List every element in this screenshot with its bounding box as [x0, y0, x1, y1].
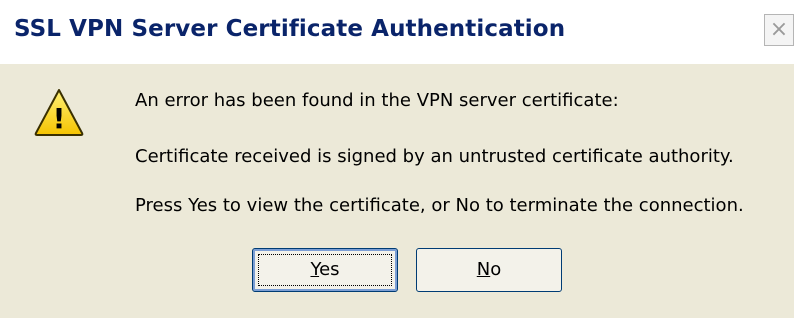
no-button-label: No — [417, 249, 561, 291]
no-label-rest: o — [490, 259, 502, 280]
window-title: SSL VPN Server Certificate Authenticatio… — [14, 16, 566, 42]
close-icon: × — [769, 17, 789, 42]
yes-mnemonic: Y — [310, 259, 320, 280]
message-line-1: An error has been found in the VPN serve… — [135, 90, 619, 111]
warning-exclamation: ! — [53, 102, 66, 135]
message-line-3: Press Yes to view the certificate, or No… — [135, 195, 744, 216]
warning-icon: ! — [34, 89, 84, 136]
title-bar[interactable]: SSL VPN Server Certificate Authenticatio… — [0, 0, 796, 64]
yes-button-label: Yes — [253, 249, 397, 291]
yes-label-rest: es — [319, 259, 340, 280]
no-mnemonic: N — [476, 259, 491, 280]
close-button[interactable]: × — [764, 14, 794, 46]
yes-button[interactable]: Yes — [252, 248, 398, 292]
no-button[interactable]: No — [416, 248, 562, 292]
dialog-window: SSL VPN Server Certificate Authenticatio… — [0, 0, 796, 320]
message-line-2: Certificate received is signed by an unt… — [135, 146, 734, 167]
